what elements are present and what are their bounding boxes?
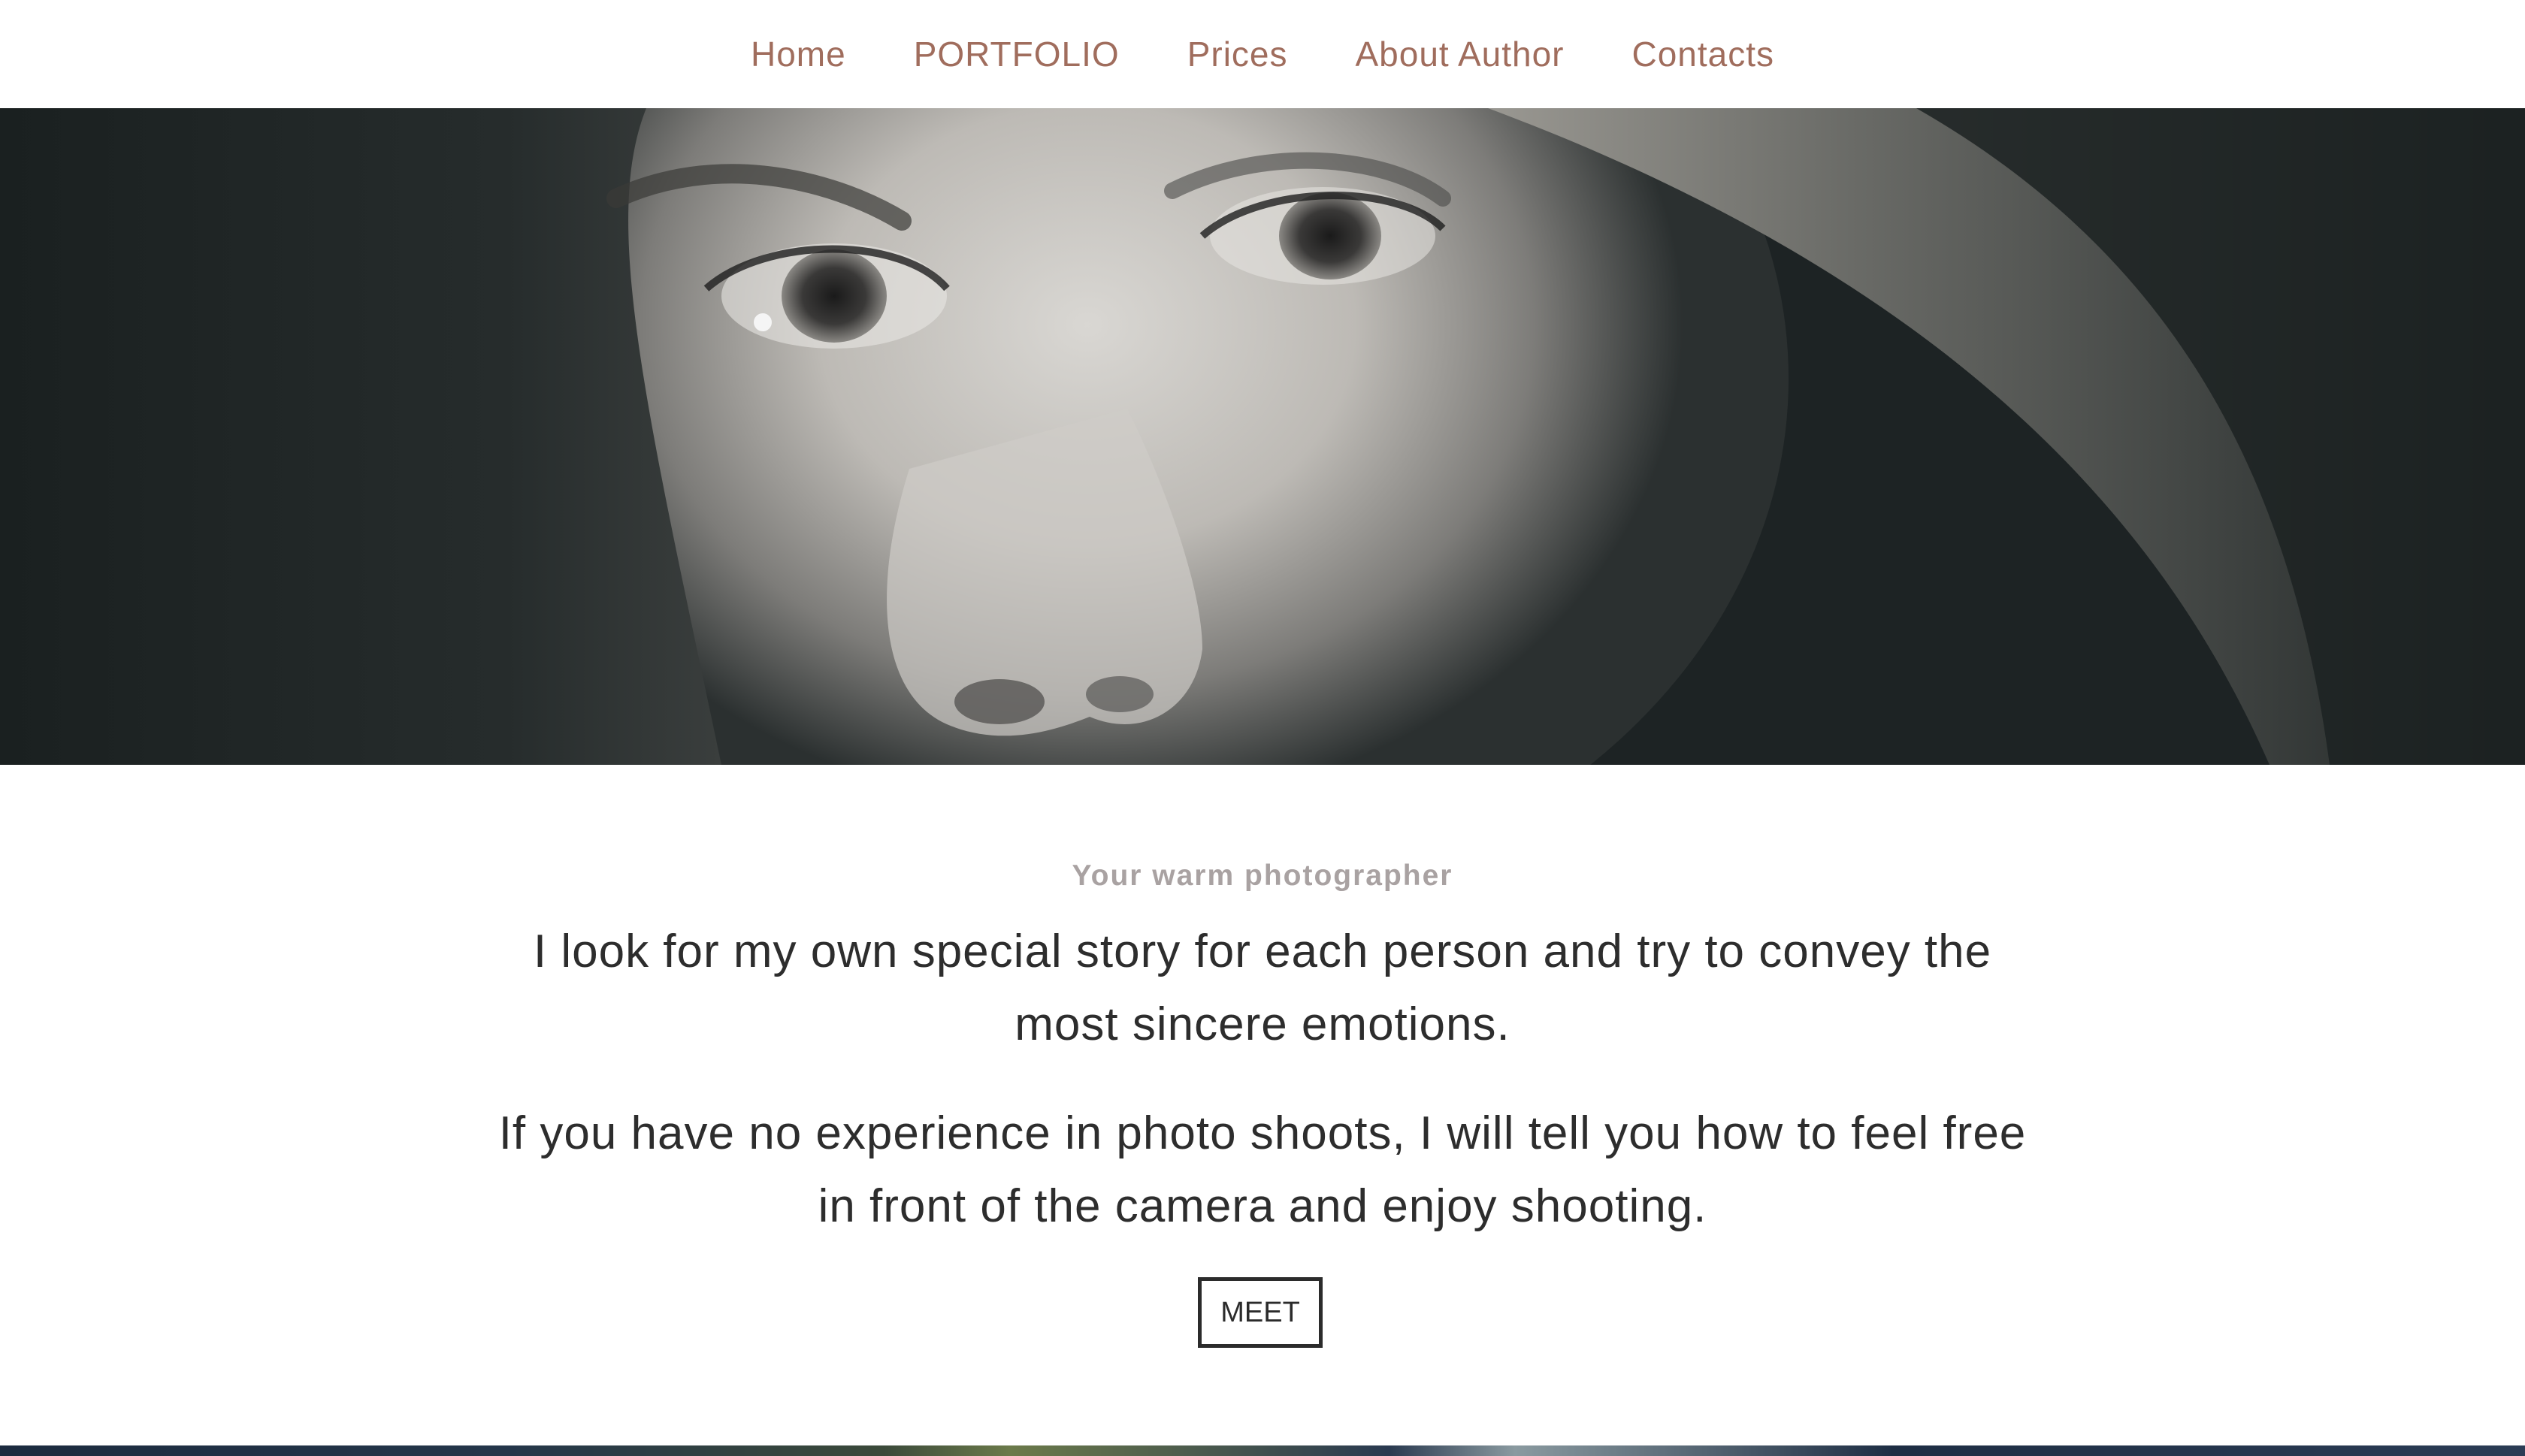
next-section-image-edge [0, 1445, 2525, 1456]
nav-home[interactable]: Home [717, 34, 880, 74]
meet-button[interactable]: MEET [1198, 1277, 1323, 1348]
main-navigation: Home PORTFOLIO Prices About Author Conta… [0, 0, 2525, 108]
nav-prices[interactable]: Prices [1154, 34, 1322, 74]
nav-about-author[interactable]: About Author [1322, 34, 1598, 74]
portrait-photo [0, 108, 2525, 765]
intro-paragraph-2: If you have no experience in photo shoot… [498, 1107, 2027, 1232]
nav-contacts[interactable]: Contacts [1598, 34, 1808, 74]
nav-portfolio[interactable]: PORTFOLIO [880, 34, 1154, 74]
hero-portrait-image [0, 108, 2525, 765]
intro-paragraph-1: I look for my own special story for each… [533, 926, 1992, 1050]
intro-section: Your warm photographer I look for my own… [0, 765, 2525, 1445]
tagline: Your warm photographer [1072, 859, 1453, 892]
